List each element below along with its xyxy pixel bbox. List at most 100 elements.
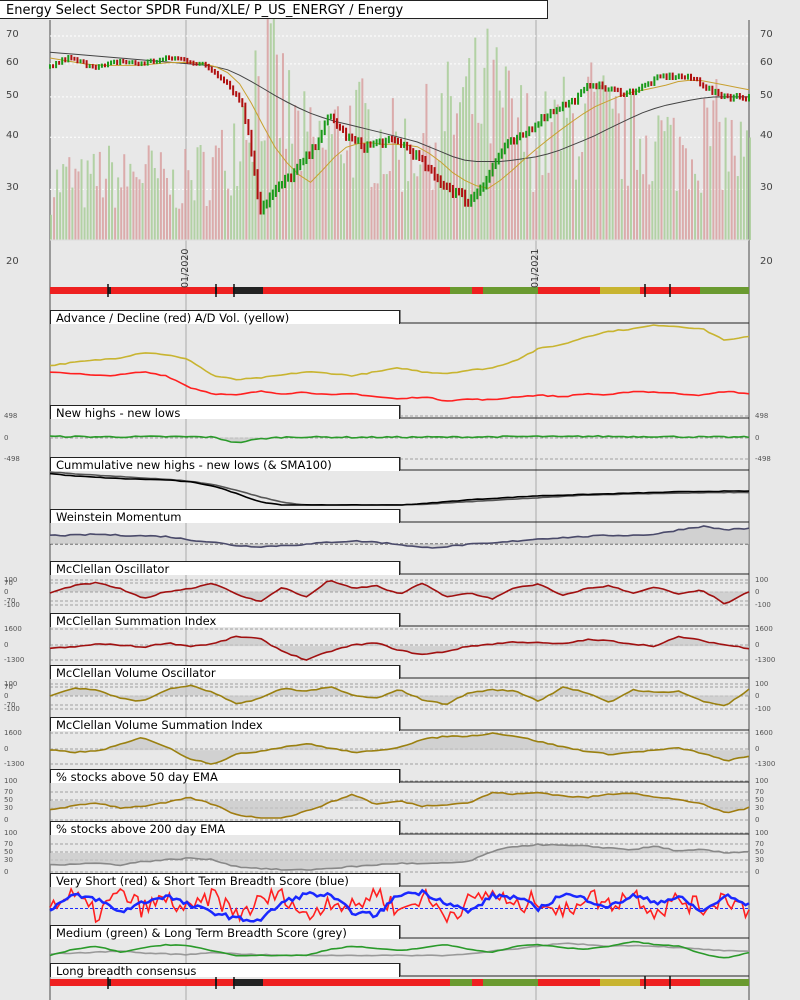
- volume-bar: [745, 130, 748, 240]
- panel-axis-label-right: 70: [755, 840, 764, 848]
- panel-axis-label-right: 30: [755, 856, 764, 864]
- volume-bar: [306, 131, 309, 240]
- panel-axis-label-right: 1600: [755, 625, 773, 633]
- volume-bar: [214, 145, 217, 240]
- volume-bar: [538, 121, 541, 240]
- consensus-segment: [233, 979, 263, 986]
- volume-bar: [364, 103, 367, 240]
- volume-bar: [165, 177, 168, 240]
- volume-bar: [65, 166, 68, 240]
- panel-axis-label-right: 0: [755, 816, 760, 824]
- volume-bar: [401, 191, 404, 240]
- consensus-segment: [600, 979, 640, 986]
- volume-bar: [486, 28, 489, 240]
- volume-bar: [233, 123, 236, 240]
- panel-axis-label-right: 70: [755, 788, 764, 796]
- volume-bar: [71, 187, 74, 240]
- panel-title: % stocks above 50 day EMA: [50, 769, 400, 784]
- volume-bar: [62, 164, 65, 240]
- volume-bar: [53, 197, 56, 240]
- volume-bar: [330, 134, 333, 240]
- volume-bar: [199, 145, 202, 240]
- panel-axis-label-right: 100: [755, 680, 769, 688]
- volume-bar: [281, 53, 284, 240]
- volume-bar: [694, 173, 697, 240]
- panel-axis-label-left: 30: [4, 856, 13, 864]
- volume-bar: [245, 139, 248, 240]
- volume-bar: [410, 144, 413, 240]
- volume-bar: [230, 195, 233, 240]
- volume-bar: [309, 107, 312, 240]
- panel-title: Cummulative new highs - new lows (& SMA1…: [50, 457, 400, 472]
- panel-axis-label-right: 100: [755, 829, 769, 837]
- volume-bar: [587, 76, 590, 240]
- volume-bar: [114, 207, 117, 240]
- volume-bar: [703, 98, 706, 240]
- volume-bar: [419, 164, 422, 240]
- volume-bar: [416, 176, 419, 240]
- chart-canvas: [49, 12, 751, 1000]
- volume-bar: [196, 147, 199, 240]
- volume-bar: [648, 184, 651, 240]
- panel-axis-label-left: 70: [4, 840, 13, 848]
- volume-bar: [718, 121, 721, 240]
- volume-bar: [510, 98, 513, 240]
- volume-bar: [111, 162, 114, 240]
- volume-bar: [132, 171, 135, 240]
- volume-bar: [254, 50, 257, 240]
- consensus-segment: [483, 979, 538, 986]
- volume-bar: [361, 78, 364, 240]
- volume-bar: [709, 146, 712, 240]
- panel-axis-label-left: -100: [4, 601, 20, 609]
- volume-bar: [675, 190, 678, 240]
- volume-bar: [346, 150, 349, 240]
- panel-axis-label-left: 498: [4, 412, 18, 420]
- price-axis-label-right: 40: [760, 130, 773, 142]
- volume-bar: [684, 148, 687, 240]
- panel-axis-label-left: 0: [4, 641, 9, 649]
- panel-axis-label-right: 0: [755, 868, 760, 876]
- panel-axis-label-left: 70: [4, 579, 13, 587]
- volume-bar: [477, 122, 480, 240]
- volume-bar: [571, 113, 574, 240]
- panel-title: Advance / Decline (red) A/D Vol. (yellow…: [50, 310, 400, 325]
- volume-bar: [162, 168, 165, 240]
- volume-bar: [602, 75, 605, 240]
- volume-bar: [181, 203, 184, 240]
- volume-bar: [495, 47, 498, 240]
- volume-bar: [382, 174, 385, 240]
- volume-bar: [715, 79, 718, 240]
- panel-axis-label-left: 0: [4, 816, 9, 824]
- volume-bar: [239, 161, 242, 240]
- consensus-segment: [483, 287, 538, 294]
- volume-bar: [593, 91, 596, 240]
- volume-bar: [590, 62, 593, 240]
- volume-bar: [605, 91, 608, 241]
- volume-bar: [376, 183, 379, 240]
- volume-bar: [614, 96, 617, 241]
- consensus-segment: [700, 979, 749, 986]
- volume-bar: [269, 23, 272, 240]
- volume-bar: [236, 186, 239, 240]
- volume-bar: [724, 117, 727, 240]
- volume-bar: [288, 70, 291, 240]
- panel-axis-label-left: 0: [4, 434, 9, 442]
- panel-axis-label-right: 0: [755, 588, 760, 596]
- panel-title: Weinstein Momentum: [50, 509, 400, 524]
- volume-bar: [272, 12, 275, 241]
- volume-bar: [721, 189, 724, 240]
- volume-bar: [208, 200, 211, 240]
- volume-bar: [333, 109, 336, 240]
- panel-axis-label-left: 0: [4, 745, 9, 753]
- panel-axis-label-left: 50: [4, 796, 13, 804]
- panel-title: McClellan Volume Summation Index: [50, 717, 400, 732]
- volume-bar: [59, 192, 62, 240]
- volume-bar: [373, 183, 376, 240]
- panel-title: Medium (green) & Long Term Breadth Score…: [50, 925, 400, 940]
- panel-axis-label-right: 100: [755, 777, 769, 785]
- volume-bar: [68, 157, 71, 240]
- volume-bar: [617, 113, 620, 240]
- volume-bar: [562, 76, 565, 240]
- panel-title: New highs - new lows: [50, 405, 400, 420]
- volume-bar: [184, 148, 187, 240]
